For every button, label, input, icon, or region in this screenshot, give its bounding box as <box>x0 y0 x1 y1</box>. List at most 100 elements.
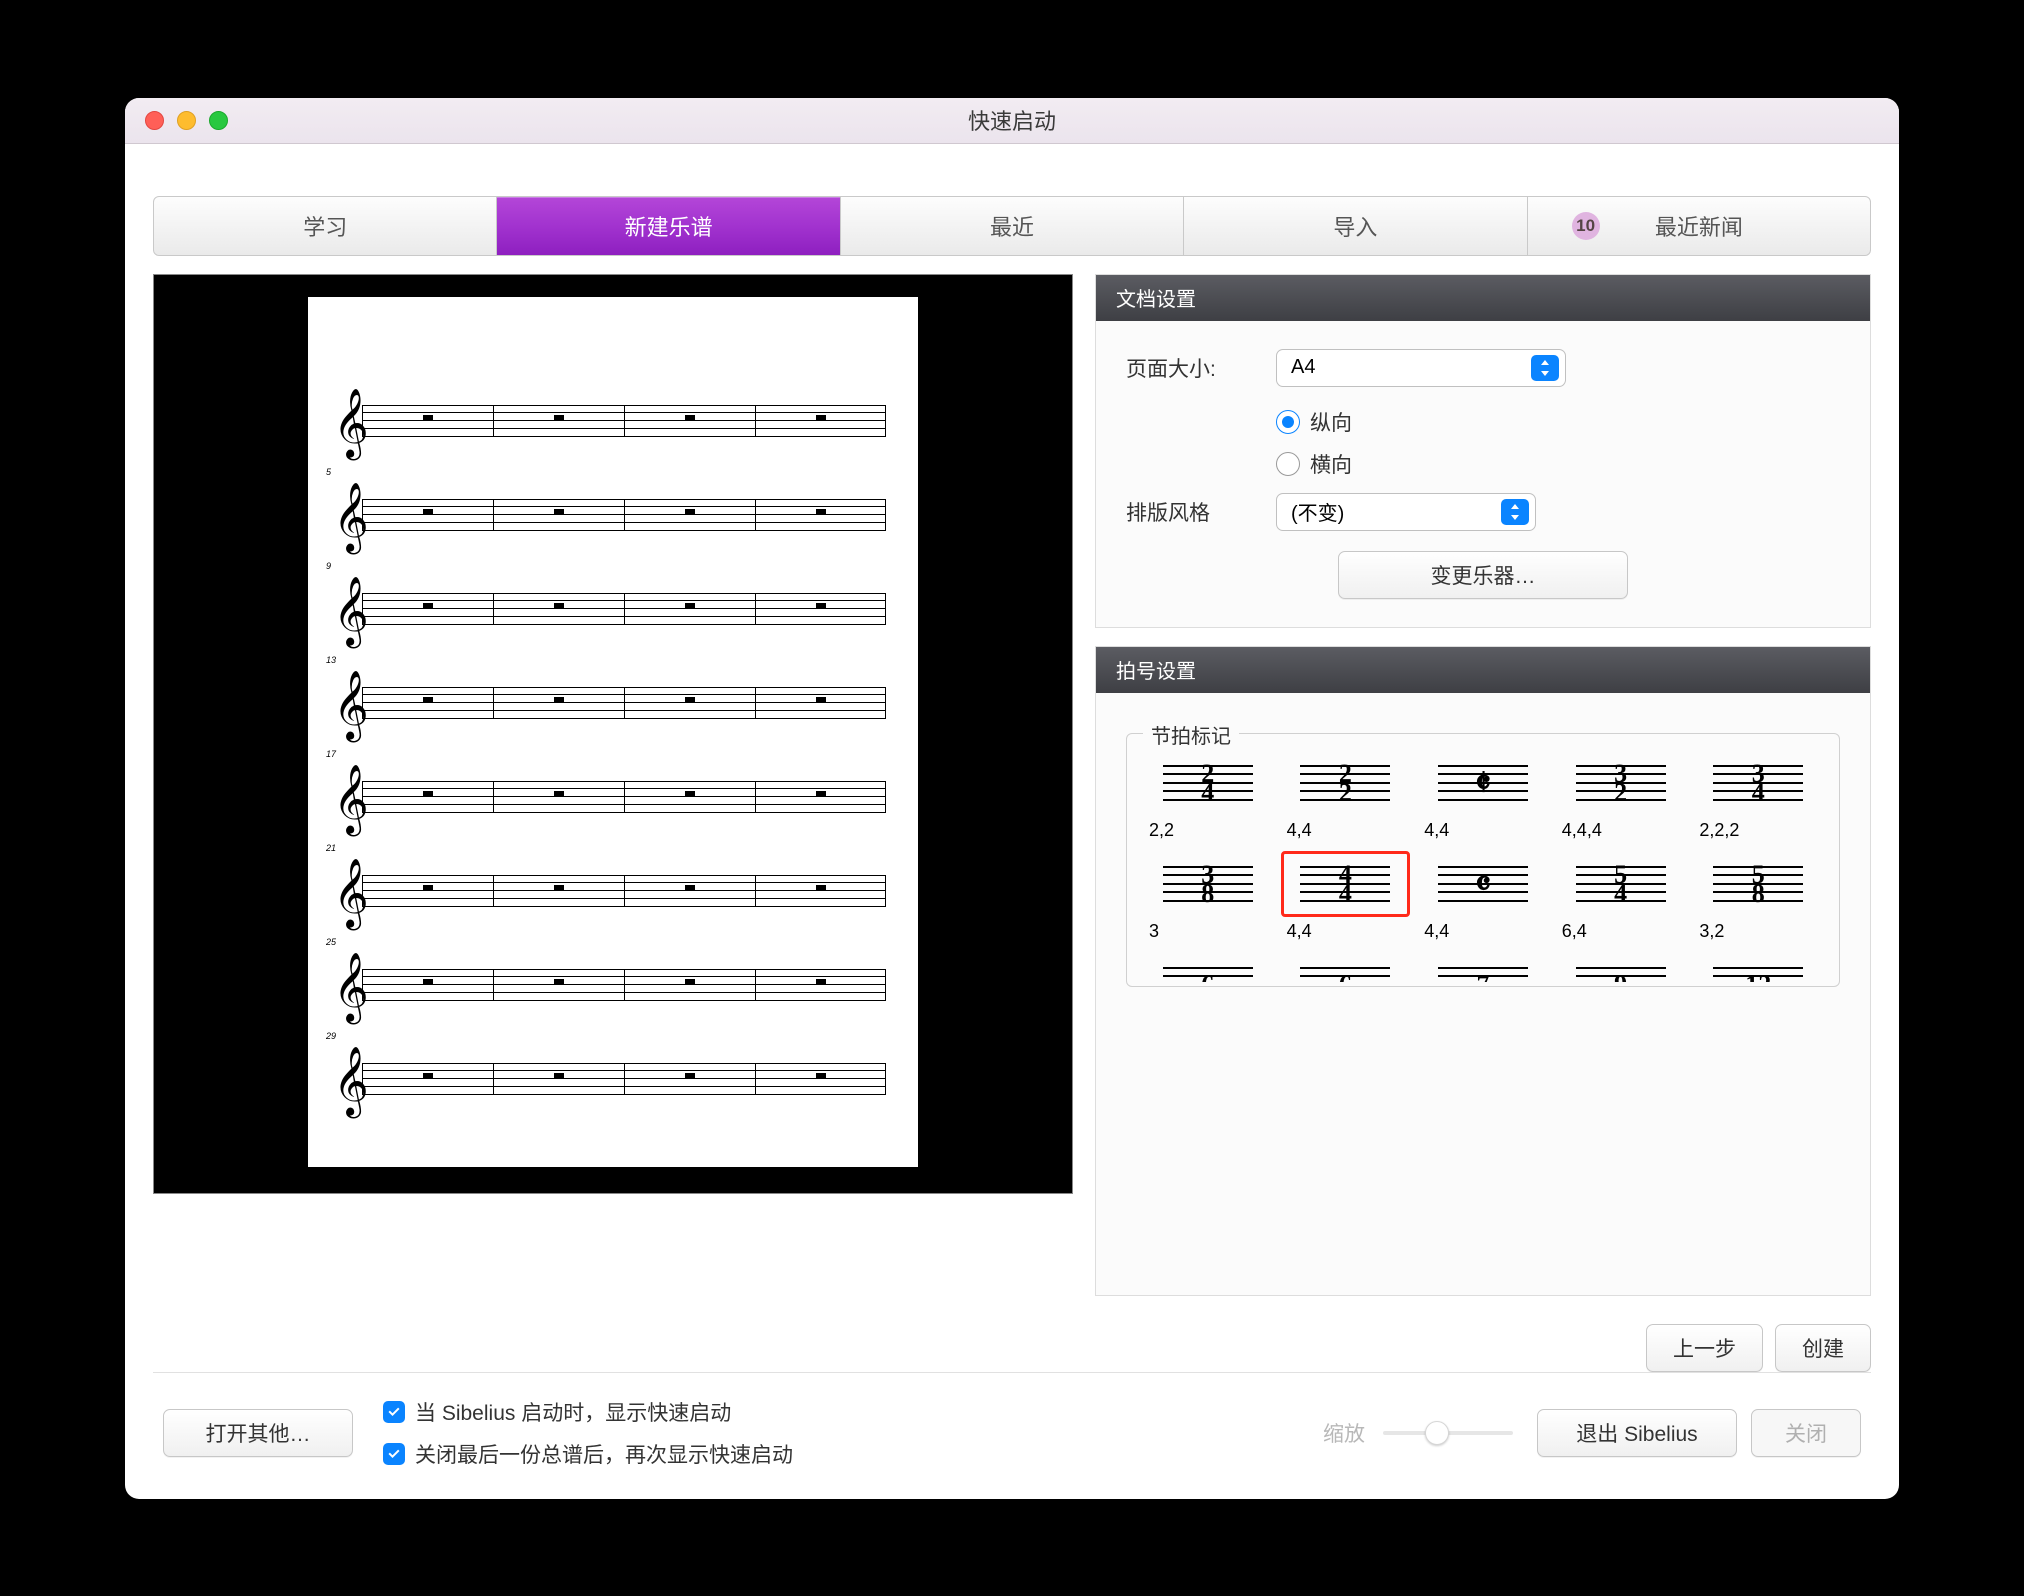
time-signature-option[interactable]: 𝄴4,4 <box>1418 851 1548 942</box>
staff-lines <box>362 875 886 907</box>
time-signature-icon: 7 <box>1418 952 1548 982</box>
zoom-label: 缩放 <box>1323 1418 1365 1448</box>
staff-lines <box>362 969 886 1001</box>
time-signature-option[interactable]: 6 <box>1143 952 1273 982</box>
slider-thumb-icon <box>1425 1421 1449 1445</box>
time-signature-option[interactable]: 342,2,2 <box>1693 750 1823 841</box>
orientation-portrait[interactable]: 纵向 <box>1276 407 1840 437</box>
treble-clef-icon: 𝄞 <box>340 399 362 447</box>
nav-buttons: 上一步 创建 <box>1095 1324 1871 1372</box>
time-signature-label: 2,2,2 <box>1693 820 1823 841</box>
panel-header: 拍号设置 <box>1096 647 1870 693</box>
time-signature-option[interactable]: 𝄵4,4 <box>1418 750 1548 841</box>
window-title: 快速启动 <box>125 104 1899 136</box>
right-column: 文档设置 页面大小: A4 <box>1095 274 1871 1372</box>
time-signature-icon: 6 <box>1281 952 1411 982</box>
time-signature-icon: 22 <box>1281 750 1411 816</box>
tab-import[interactable]: 导入 <box>1184 197 1527 255</box>
time-signature-icon: 38 <box>1143 851 1273 917</box>
time-signature-label: 6,4 <box>1556 921 1686 942</box>
time-signature-option[interactable]: 6 <box>1281 952 1411 982</box>
page-size-row: 页面大小: A4 <box>1126 349 1840 387</box>
content: 学习 新建乐谱 最近 导入 10 最近新闻 𝄞5𝄞9𝄞13𝄞17𝄞21𝄞25𝄞2… <box>125 144 1899 1499</box>
change-instruments-button[interactable]: 变更乐器… <box>1338 551 1628 599</box>
bar-number: 17 <box>326 749 336 759</box>
quick-start-window: 快速启动 学习 新建乐谱 最近 导入 10 最近新闻 𝄞5𝄞9𝄞13𝄞17𝄞21… <box>125 98 1899 1499</box>
bar-number: 25 <box>326 937 336 947</box>
time-signature-option[interactable]: 224,4 <box>1281 750 1411 841</box>
open-other-button[interactable]: 打开其他… <box>163 1409 353 1457</box>
prev-button[interactable]: 上一步 <box>1646 1324 1763 1372</box>
time-signature-option[interactable]: 9 <box>1556 952 1686 982</box>
time-signature-option[interactable]: 7 <box>1418 952 1548 982</box>
staff-lines <box>362 781 886 813</box>
news-badge: 10 <box>1572 212 1600 240</box>
panel-header: 文档设置 <box>1096 275 1870 321</box>
quit-button[interactable]: 退出 Sibelius <box>1537 1409 1737 1457</box>
time-signature-icon: 𝄴 <box>1418 851 1548 917</box>
score-preview: 𝄞5𝄞9𝄞13𝄞17𝄞21𝄞25𝄞29𝄞 <box>153 274 1073 1194</box>
show-on-startup-checkbox[interactable]: 当 Sibelius 启动时，显示快速启动 <box>383 1397 793 1427</box>
tab-recent[interactable]: 最近 <box>841 197 1184 255</box>
staff: 𝄞 <box>340 377 886 465</box>
preview-page: 𝄞5𝄞9𝄞13𝄞17𝄞21𝄞25𝄞29𝄞 <box>308 297 918 1167</box>
staff: 25𝄞 <box>340 941 886 1029</box>
zoom-slider[interactable] <box>1383 1431 1513 1435</box>
time-signature-label: 4,4 <box>1281 921 1411 942</box>
bar-number: 29 <box>326 1031 336 1041</box>
tab-news[interactable]: 10 最近新闻 <box>1528 197 1870 255</box>
checkbox-group: 当 Sibelius 启动时，显示快速启动 关闭最后一份总谱后，再次显示快速启动 <box>383 1397 793 1469</box>
change-instruments-row: 变更乐器… <box>1126 551 1840 599</box>
close-button[interactable]: 关闭 <box>1751 1409 1861 1457</box>
treble-clef-icon: 𝄞 <box>340 587 362 635</box>
checkbox-icon <box>383 1443 405 1465</box>
time-signature-option[interactable]: 444,4 <box>1281 851 1411 942</box>
time-signature-label: 2,2 <box>1143 820 1273 841</box>
time-signature-option[interactable]: 546,4 <box>1556 851 1686 942</box>
create-button[interactable]: 创建 <box>1775 1324 1871 1372</box>
panel-body: 页面大小: A4 纵向 <box>1096 321 1870 627</box>
bar-number: 9 <box>326 561 331 571</box>
time-signature-label: 3,2 <box>1693 921 1823 942</box>
time-signature-grid: 242,2224,4𝄵4,4324,4,4342,2,2383444,4𝄴4,4… <box>1143 750 1823 982</box>
staff-lines <box>362 593 886 625</box>
time-signature-option[interactable]: 324,4,4 <box>1556 750 1686 841</box>
tab-bar: 学习 新建乐谱 最近 导入 10 最近新闻 <box>153 196 1871 256</box>
bar-number: 21 <box>326 843 336 853</box>
chevron-updown-icon <box>1531 355 1559 381</box>
staff: 9𝄞 <box>340 565 886 653</box>
opt2-label: 关闭最后一份总谱后，再次显示快速启动 <box>415 1439 793 1469</box>
time-signature-group: 节拍标记 242,2224,4𝄵4,4324,4,4342,2,2383444,… <box>1126 733 1840 987</box>
tab-recent-label: 最近 <box>990 210 1034 242</box>
tab-import-label: 导入 <box>1333 210 1377 242</box>
time-signature-option[interactable]: 242,2 <box>1143 750 1273 841</box>
time-signature-label: 4,4 <box>1281 820 1411 841</box>
orientation-landscape[interactable]: 横向 <box>1276 449 1840 479</box>
chevron-updown-icon <box>1501 499 1529 525</box>
time-signature-option[interactable]: 383 <box>1143 851 1273 942</box>
treble-clef-icon: 𝄞 <box>340 963 362 1011</box>
radio-icon <box>1276 410 1300 434</box>
footer: 打开其他… 当 Sibelius 启动时，显示快速启动 关闭最后一份总谱后，再次… <box>153 1372 1871 1499</box>
tab-news-label: 最近新闻 <box>1655 210 1743 242</box>
time-signature-option[interactable]: 583,2 <box>1693 851 1823 942</box>
time-signature-option[interactable]: 12 <box>1693 952 1823 982</box>
show-after-close-checkbox[interactable]: 关闭最后一份总谱后，再次显示快速启动 <box>383 1439 793 1469</box>
main-area: 𝄞5𝄞9𝄞13𝄞17𝄞21𝄞25𝄞29𝄞 文档设置 页面大小: A4 <box>153 274 1871 1372</box>
staff-lines <box>362 687 886 719</box>
opt1-label: 当 Sibelius 启动时，显示快速启动 <box>415 1397 731 1427</box>
time-signature-label: 3 <box>1143 921 1273 942</box>
layout-style-select[interactable]: (不变) <box>1276 493 1536 531</box>
tab-learn-label: 学习 <box>303 210 347 242</box>
staff: 21𝄞 <box>340 847 886 935</box>
time-signature-icon: 32 <box>1556 750 1686 816</box>
staff-lines <box>362 405 886 437</box>
tab-learn[interactable]: 学习 <box>154 197 497 255</box>
page-size-label: 页面大小: <box>1126 353 1276 383</box>
page-size-select[interactable]: A4 <box>1276 349 1566 387</box>
treble-clef-icon: 𝄞 <box>340 775 362 823</box>
radio-icon <box>1276 452 1300 476</box>
tab-new-score[interactable]: 新建乐谱 <box>497 197 840 255</box>
document-settings-panel: 文档设置 页面大小: A4 <box>1095 274 1871 628</box>
panel-body: 节拍标记 242,2224,4𝄵4,4324,4,4342,2,2383444,… <box>1096 693 1870 1015</box>
